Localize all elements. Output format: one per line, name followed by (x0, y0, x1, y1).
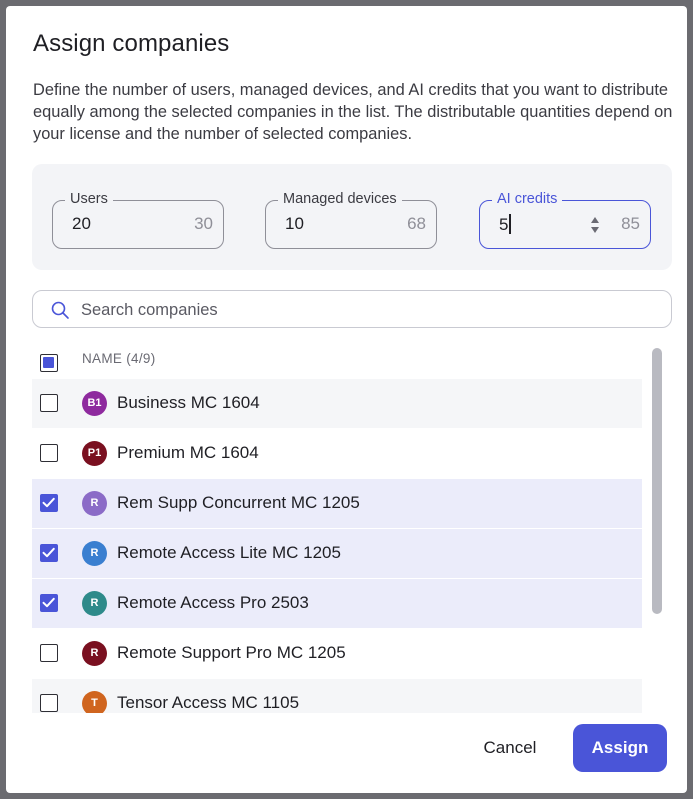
checkbox[interactable] (40, 394, 58, 412)
list-item[interactable]: R Remote Support Pro MC 1205 (32, 629, 642, 678)
list-item[interactable]: T Tensor Access MC 1105 (32, 679, 642, 713)
cancel-button[interactable]: Cancel (468, 724, 552, 772)
checkbox[interactable] (40, 694, 58, 712)
company-name: Remote Support Pro MC 1205 (117, 643, 346, 662)
check-icon (42, 547, 55, 558)
avatar: R (82, 491, 107, 516)
stepper-icon[interactable] (588, 213, 602, 237)
list-item[interactable]: P1 Premium MC 1604 (32, 429, 642, 478)
company-name: Remote Access Lite MC 1205 (117, 543, 341, 562)
ai-credits-label: AI credits (492, 190, 563, 208)
avatar: R (82, 641, 107, 666)
company-name: Rem Supp Concurrent MC 1205 (117, 493, 360, 512)
assign-companies-dialog: Assign companies Define the number of us… (6, 6, 687, 793)
list-header: NAME (4/9) (32, 339, 642, 379)
avatar: B1 (82, 391, 107, 416)
list-item[interactable]: R Remote Access Lite MC 1205 (32, 529, 642, 578)
checkbox[interactable] (40, 644, 58, 662)
search-icon (50, 300, 70, 320)
list-item[interactable]: R Remote Access Pro 2503 (32, 579, 642, 628)
company-name: Remote Access Pro 2503 (117, 593, 309, 612)
ai-credits-value[interactable]: 5 (499, 215, 508, 234)
indeterminate-mark (43, 357, 54, 368)
ai-credits-max: 85 (621, 214, 640, 233)
dialog-title: Assign companies (33, 30, 230, 57)
users-label: Users (65, 190, 113, 208)
avatar: P1 (82, 441, 107, 466)
dialog-description: Define the number of users, managed devi… (33, 81, 673, 143)
name-column-header[interactable]: NAME (4/9) (82, 351, 156, 366)
list-item[interactable]: B1 Business MC 1604 (32, 379, 642, 428)
text-caret (509, 214, 511, 234)
company-name: Business MC 1604 (117, 393, 260, 412)
avatar: T (82, 691, 107, 713)
search-box[interactable] (32, 290, 672, 329)
check-icon (42, 597, 55, 608)
managed-devices-label: Managed devices (278, 190, 402, 208)
managed-devices-field[interactable]: Managed devices 10 68 (265, 190, 437, 249)
checkbox-checked[interactable] (40, 544, 58, 562)
search-input[interactable] (79, 291, 643, 329)
company-name: Tensor Access MC 1105 (117, 693, 300, 712)
users-value[interactable]: 20 (72, 214, 91, 234)
users-field[interactable]: Users 20 30 (52, 190, 224, 249)
company-name: Premium MC 1604 (117, 443, 259, 462)
list-scrollbar[interactable] (652, 348, 662, 614)
select-all-checkbox[interactable] (40, 354, 58, 372)
users-max: 30 (194, 214, 213, 233)
managed-devices-max: 68 (407, 214, 426, 233)
assign-button[interactable]: Assign (573, 724, 667, 772)
managed-devices-value[interactable]: 10 (285, 214, 304, 234)
list-item[interactable]: R Rem Supp Concurrent MC 1205 (32, 479, 642, 528)
checkbox[interactable] (40, 444, 58, 462)
company-list: NAME (4/9) B1 Business MC 1604 P1 Premium M… (32, 339, 642, 713)
check-icon (42, 497, 55, 508)
ai-credits-value-wrap[interactable]: 5 (499, 214, 511, 235)
avatar: R (82, 591, 107, 616)
quantities-panel: Users 20 30 Managed devices 10 68 AI cre… (32, 164, 672, 270)
checkbox-checked[interactable] (40, 494, 58, 512)
avatar: R (82, 541, 107, 566)
checkbox-checked[interactable] (40, 594, 58, 612)
ai-credits-field[interactable]: AI credits 5 85 (479, 190, 651, 249)
